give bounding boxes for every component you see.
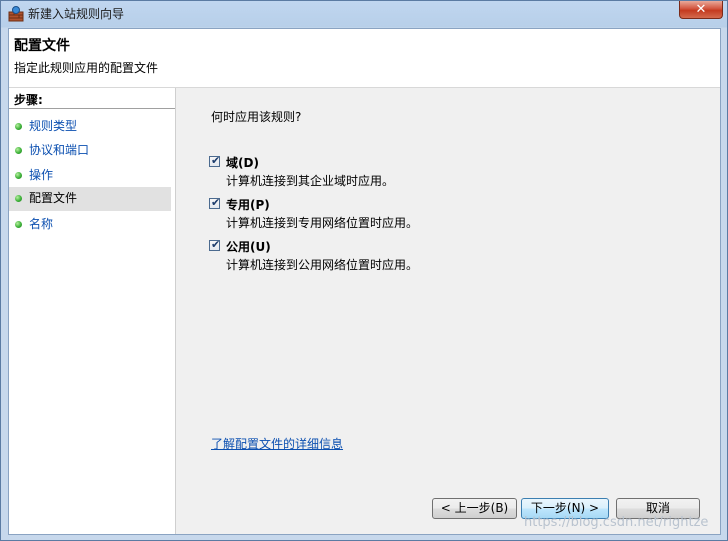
option-label[interactable]: 专用(P) [226, 196, 270, 213]
back-button[interactable]: < 上一步(B) [432, 498, 517, 519]
wizard-window: 新建入站规则向导 ✕ 配置文件 指定此规则应用的配置文件 步骤: 规则类型 协议… [0, 0, 728, 541]
private-checkbox[interactable]: ✔ [209, 196, 221, 209]
step-label: 操作 [29, 168, 54, 182]
window-title: 新建入站规则向导 [28, 7, 125, 21]
option-description: 计算机连接到公用网络位置时应用。 [226, 258, 419, 272]
option-public: ✔ 公用(U) 计算机连接到公用网络位置时应用。 [209, 238, 609, 278]
step-action[interactable]: 操作 [9, 164, 171, 188]
green-dot-icon [15, 123, 22, 130]
firewall-wizard-icon [8, 6, 24, 22]
option-domain: ✔ 域(D) 计算机连接到其企业域时应用。 [209, 154, 609, 194]
option-description: 计算机连接到其企业域时应用。 [226, 174, 395, 188]
page-subtitle: 指定此规则应用的配置文件 [14, 61, 159, 75]
steps-divider [9, 108, 175, 109]
option-label[interactable]: 公用(U) [226, 238, 271, 255]
green-dot-icon [15, 172, 22, 179]
step-name[interactable]: 名称 [9, 213, 171, 237]
wizard-header: 配置文件 指定此规则应用的配置文件 [9, 29, 720, 88]
page-title: 配置文件 [14, 38, 70, 54]
check-icon: ✔ [211, 196, 221, 209]
step-protocol-ports[interactable]: 协议和端口 [9, 139, 171, 163]
green-dot-icon [15, 221, 22, 228]
green-dot-icon [15, 147, 22, 154]
option-description: 计算机连接到专用网络位置时应用。 [226, 216, 419, 230]
step-label: 规则类型 [29, 119, 78, 133]
question-text: 何时应用该规则? [211, 110, 302, 124]
step-profile[interactable]: 配置文件 [9, 187, 171, 211]
wizard-client-area: 配置文件 指定此规则应用的配置文件 步骤: 规则类型 协议和端口 操作 配置文件 [8, 28, 721, 535]
option-label[interactable]: 域(D) [226, 154, 259, 171]
steps-heading: 步骤: [14, 93, 43, 107]
green-dot-icon [15, 195, 22, 202]
steps-panel: 步骤: 规则类型 协议和端口 操作 配置文件 名称 [9, 88, 176, 534]
step-label: 协议和端口 [29, 143, 90, 157]
option-private: ✔ 专用(P) 计算机连接到专用网络位置时应用。 [209, 196, 609, 236]
public-checkbox[interactable]: ✔ [209, 238, 221, 251]
check-icon: ✔ [211, 154, 221, 167]
step-label: 配置文件 [29, 191, 78, 205]
watermark-text: https://blog.csdn.net/rightze [524, 515, 709, 530]
title-bar[interactable]: 新建入站规则向导 ✕ [1, 1, 728, 27]
close-button[interactable]: ✕ [679, 1, 723, 19]
step-rule-type[interactable]: 规则类型 [9, 115, 171, 139]
domain-checkbox[interactable]: ✔ [209, 154, 221, 167]
check-icon: ✔ [211, 238, 221, 251]
step-label: 名称 [29, 217, 54, 231]
content-panel: 何时应用该规则? ✔ 域(D) 计算机连接到其企业域时应用。 ✔ 专用(P) 计… [176, 88, 720, 534]
learn-more-link[interactable]: 了解配置文件的详细信息 [211, 435, 343, 452]
